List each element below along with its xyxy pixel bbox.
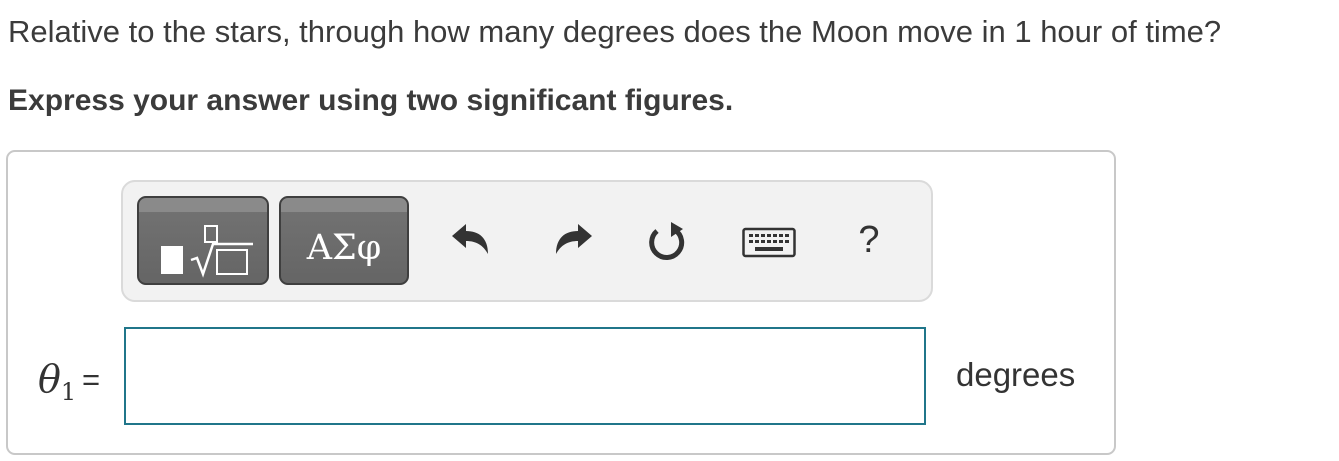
question-text: Relative to the stars, through how many … bbox=[8, 14, 1222, 49]
help-button[interactable]: ? bbox=[847, 218, 891, 262]
symbols-button[interactable]: ΑΣφ bbox=[279, 196, 409, 285]
answer-input[interactable] bbox=[124, 327, 926, 425]
keyboard-icon bbox=[742, 225, 796, 264]
redo-button[interactable] bbox=[551, 222, 595, 266]
answer-instruction: Express your answer using two significan… bbox=[8, 84, 734, 117]
equals-sign: = bbox=[82, 362, 101, 397]
math-toolbar: ΑΣφ ? bbox=[121, 180, 933, 302]
reset-button[interactable] bbox=[645, 220, 689, 269]
undo-button[interactable] bbox=[449, 222, 493, 266]
redo-arrow-icon bbox=[551, 222, 595, 267]
unit-label: degrees bbox=[956, 356, 1076, 393]
templates-button[interactable] bbox=[137, 196, 269, 285]
reset-circular-arrow-icon bbox=[645, 220, 689, 269]
keyboard-button[interactable] bbox=[741, 222, 797, 266]
fraction-sqrt-template-icon bbox=[159, 222, 255, 283]
theta-symbol: θ bbox=[38, 357, 61, 401]
undo-arrow-icon bbox=[449, 222, 493, 267]
variable-subscript: 1 bbox=[60, 378, 77, 406]
answer-panel: ΑΣφ ? θ1 = degrees bbox=[6, 150, 1116, 455]
greek-symbols-label: ΑΣφ bbox=[306, 228, 382, 268]
answer-variable-label: θ1 bbox=[38, 357, 76, 406]
